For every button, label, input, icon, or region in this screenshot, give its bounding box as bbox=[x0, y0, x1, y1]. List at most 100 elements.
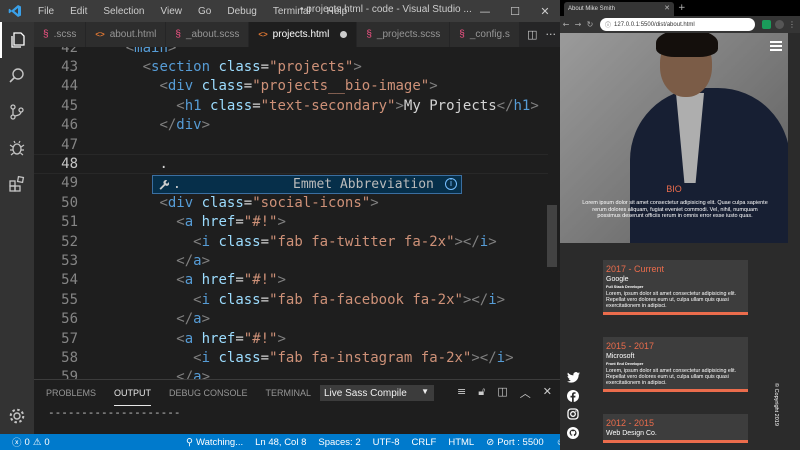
github-icon[interactable] bbox=[566, 426, 580, 440]
language-mode[interactable]: HTML bbox=[442, 437, 480, 448]
menu-item-view[interactable]: View bbox=[153, 6, 191, 17]
code-line[interactable]: 42 <main> bbox=[34, 47, 548, 57]
browser-scrollbar[interactable] bbox=[788, 33, 800, 450]
close-panel-icon[interactable]: ✕ bbox=[543, 385, 552, 401]
code-line[interactable]: 47 bbox=[34, 135, 548, 154]
panel-tab-terminal[interactable]: TERMINAL bbox=[266, 380, 312, 406]
code-line[interactable]: 43 <section class="projects"> bbox=[34, 57, 548, 76]
hamburger-menu-icon[interactable] bbox=[770, 41, 782, 53]
code-line[interactable]: 48 . bbox=[34, 154, 548, 174]
info-icon[interactable]: i bbox=[445, 178, 457, 190]
cursor-position[interactable]: Ln 48, Col 8 bbox=[249, 437, 312, 448]
menu-item-file[interactable]: File bbox=[30, 6, 62, 17]
code-line[interactable]: 59 </a> bbox=[34, 368, 548, 379]
code-line[interactable]: 56 </a> bbox=[34, 310, 548, 329]
errors-indicator[interactable]: ⓧ 0 ⚠ 0 bbox=[6, 435, 56, 450]
code-line[interactable]: 45 <h1 class="text-secondary">My Project… bbox=[34, 96, 548, 115]
code-line[interactable]: 53 </a> bbox=[34, 251, 548, 270]
code-token: i bbox=[201, 233, 211, 250]
menu-item-selection[interactable]: Selection bbox=[95, 6, 152, 17]
facebook-icon[interactable] bbox=[566, 389, 580, 403]
code-line[interactable]: 50 <div class="social-icons"> bbox=[34, 193, 548, 212]
code-token: > bbox=[353, 59, 362, 76]
indentation[interactable]: Spaces: 2 bbox=[312, 437, 366, 448]
profile-avatar[interactable] bbox=[775, 20, 784, 29]
explorer-icon[interactable] bbox=[0, 22, 34, 58]
encoding[interactable]: UTF-8 bbox=[367, 437, 406, 448]
menu-item-edit[interactable]: Edit bbox=[62, 6, 95, 17]
clear-output-icon[interactable]: ≡ bbox=[457, 385, 466, 401]
more-actions-icon[interactable]: ··· bbox=[546, 28, 557, 41]
code-token: i bbox=[201, 291, 211, 308]
tab-config-s[interactable]: § _config.s bbox=[450, 22, 520, 47]
twitter-icon[interactable] bbox=[566, 370, 580, 384]
editor-scrollbar-thumb[interactable] bbox=[547, 205, 557, 267]
code-token: < bbox=[176, 97, 185, 114]
browser-menu-icon[interactable]: ⋮ bbox=[786, 20, 798, 29]
tab-projects-html[interactable]: <> projects.html bbox=[249, 22, 358, 47]
code-line[interactable]: 54 <a href="#!"> bbox=[34, 271, 548, 290]
code-token: "social-icons" bbox=[252, 194, 371, 211]
menu-item-debug[interactable]: Debug bbox=[219, 6, 264, 17]
tab-projects-scss[interactable]: § _projects.scss bbox=[357, 22, 451, 47]
code-line[interactable]: 51 <a href="#!"> bbox=[34, 213, 548, 232]
sass-file-icon: § bbox=[43, 29, 49, 40]
reload-icon[interactable]: ↻ bbox=[584, 20, 596, 29]
code-line[interactable]: 57 <a href="#!"> bbox=[34, 329, 548, 348]
code-line[interactable]: 46 </div> bbox=[34, 116, 548, 135]
extension-icon[interactable] bbox=[762, 20, 771, 29]
forward-arrow-icon[interactable]: → bbox=[572, 20, 584, 29]
live-server-status[interactable]: ⊘ Port : 5500 bbox=[480, 437, 549, 448]
code-token: main bbox=[134, 47, 168, 56]
panel-tab-debug-console[interactable]: DEBUG CONSOLE bbox=[169, 380, 248, 406]
code-token: href bbox=[201, 330, 236, 347]
code-editor[interactable]: 42 <main> 43 <section class="projects"> 44… bbox=[34, 47, 548, 379]
sass-file-icon: § bbox=[366, 29, 372, 40]
minimize-icon[interactable]: — bbox=[470, 0, 500, 22]
panel-tab-problems[interactable]: PROBLEMS bbox=[46, 380, 96, 406]
code-line[interactable]: 52 <i class="fab fa-twitter fa-2x"></i> bbox=[34, 232, 548, 251]
code-token: class bbox=[218, 350, 261, 367]
line-endings[interactable]: CRLF bbox=[406, 437, 443, 448]
browser-tab[interactable]: About Mike Smith ✕ bbox=[564, 2, 674, 16]
tab-scss[interactable]: § .scss bbox=[34, 22, 87, 47]
code-token: > bbox=[201, 311, 211, 328]
lock-scroll-icon[interactable]: 🔓︎ bbox=[478, 385, 485, 401]
split-panel-icon[interactable]: ◫ bbox=[497, 385, 507, 401]
code-line[interactable]: 55 <i class="fab fa-facebook fa-2x"></i> bbox=[34, 290, 548, 309]
code-line[interactable]: 58 <i class="fab fa-instagram fa-2x"></i… bbox=[34, 348, 548, 367]
menu-item-go[interactable]: Go bbox=[190, 6, 219, 17]
maximize-icon[interactable]: ☐ bbox=[500, 0, 530, 22]
debug-icon[interactable] bbox=[0, 130, 34, 166]
tab-about-scss[interactable]: § _about.scss bbox=[166, 22, 250, 47]
sass-watching-status[interactable]: ⚲ Watching... bbox=[180, 437, 249, 448]
instagram-icon[interactable] bbox=[566, 407, 580, 421]
line-number: 43 bbox=[61, 59, 78, 76]
back-arrow-icon[interactable]: ← bbox=[560, 20, 572, 29]
address-bar[interactable]: ⓘ 127.0.0.1:5500/dist/about.html bbox=[600, 18, 755, 31]
code-line[interactable]: 44 <div class="projects__bio-image"> bbox=[34, 77, 548, 96]
code-token: </ bbox=[176, 369, 194, 379]
chevron-down-icon: ▼ bbox=[421, 387, 429, 396]
new-tab-icon[interactable]: + bbox=[678, 3, 686, 13]
output-channel-select[interactable]: Live Sass Compile ▼ bbox=[320, 385, 434, 401]
split-editor-icon[interactable]: ◫ bbox=[527, 28, 537, 41]
code-token: class bbox=[218, 291, 261, 308]
bottom-panel: PROBLEMS OUTPUT DEBUG CONSOLE TERMINAL Live… bbox=[34, 379, 560, 434]
tab-about-html[interactable]: <> about.html bbox=[86, 22, 167, 47]
tab-close-icon[interactable]: ✕ bbox=[664, 4, 670, 12]
code-token: > bbox=[530, 97, 539, 114]
settings-gear-icon[interactable] bbox=[0, 400, 34, 432]
source-control-icon[interactable] bbox=[0, 94, 34, 130]
suggestion-widget[interactable]: . Emmet Abbreviation i bbox=[152, 175, 462, 194]
unsaved-dot-icon[interactable] bbox=[340, 31, 348, 38]
code-token: a bbox=[193, 253, 202, 270]
code-token: < bbox=[193, 350, 202, 367]
maximize-panel-icon[interactable]: ︿ bbox=[520, 385, 531, 401]
code-token: "#!" bbox=[243, 330, 278, 347]
panel-tab-output[interactable]: OUTPUT bbox=[114, 380, 152, 406]
close-icon[interactable]: ✕ bbox=[530, 0, 560, 22]
extensions-icon[interactable] bbox=[0, 166, 34, 202]
search-icon[interactable] bbox=[0, 58, 34, 94]
